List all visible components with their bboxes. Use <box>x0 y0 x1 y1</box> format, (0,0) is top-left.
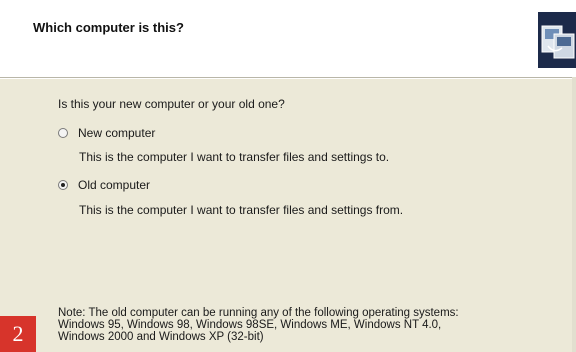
old-computer-label[interactable]: Old computer <box>78 178 150 192</box>
new-computer-radio-option[interactable]: New computer <box>58 126 155 140</box>
wizard-window: Which computer is this? Is this your new… <box>0 0 576 352</box>
old-computer-description: This is the computer I want to transfer … <box>79 203 404 217</box>
new-computer-radio[interactable] <box>58 128 68 138</box>
question-text: Is this your new computer or your old on… <box>58 97 285 111</box>
old-computer-radio[interactable] <box>58 180 68 190</box>
os-note-line-3: Windows 2000 and Windows XP (32-bit) <box>58 331 264 343</box>
os-note-line-1: Note: The old computer can be running an… <box>58 307 459 319</box>
old-computer-radio-option[interactable]: Old computer <box>58 178 150 192</box>
new-computer-label[interactable]: New computer <box>78 126 155 140</box>
new-computer-description: This is the computer I want to transfer … <box>79 150 390 164</box>
os-note: Note: The old computer can be running an… <box>58 307 558 343</box>
os-note-line-2: Windows 95, Windows 98, Windows 98SE, Wi… <box>58 319 442 331</box>
wizard-header: Which computer is this? <box>0 0 576 78</box>
computer-transfer-icon <box>538 12 576 68</box>
step-number-badge: 2 <box>0 316 36 352</box>
page-title: Which computer is this? <box>33 20 184 35</box>
window-edge <box>572 77 576 352</box>
